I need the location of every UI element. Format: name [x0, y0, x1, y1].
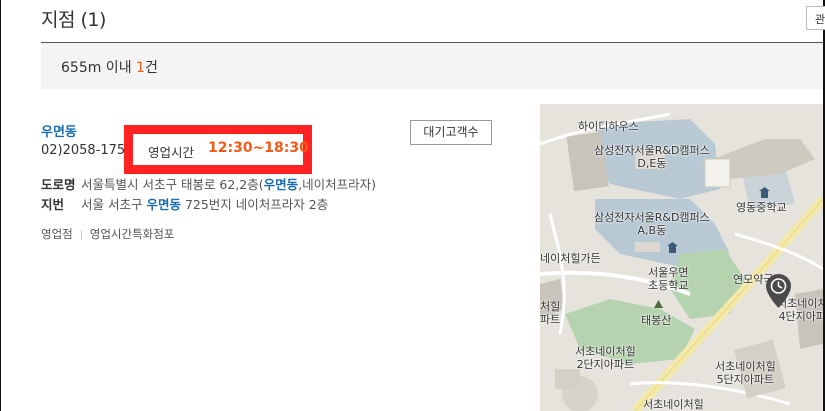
branch-name-link[interactable]: 우면동	[41, 121, 77, 140]
result-count: 1	[136, 60, 145, 76]
summary-prefix: 655m 이내	[61, 60, 137, 76]
map-label: 태봉산	[641, 314, 672, 327]
tag-separator	[80, 229, 82, 240]
result-summary-text: 655m 이내 1건	[61, 57, 158, 77]
branch-map[interactable]: 하이디하우스 삼성전자서울R&D캠퍼스 D,E동 영동중학교 삼성전자서울R&D…	[540, 104, 823, 411]
branch-tags: 영업점 영업시간특화점포	[41, 226, 174, 242]
branch-phone: 02)2058-175	[41, 143, 126, 158]
lot-address-post: 725번지 네이처프라자 2층	[180, 197, 329, 212]
map-label: 하이디하우스	[578, 120, 639, 133]
top-right-button[interactable]: 관	[806, 6, 825, 30]
branch-marker-icon[interactable]	[765, 273, 792, 309]
business-hours-value: 12:30~18:30	[208, 140, 309, 156]
lot-address-row: 지번 서울 서초구 우면동 725번지 네이처프라자 2층	[41, 194, 328, 213]
map-label: 서울우면 초등학교	[648, 266, 689, 292]
road-address-label: 도로명	[41, 177, 76, 192]
map-label: 서초네이처힐	[643, 398, 704, 411]
road-address-pre: 서울특별시 서초구 태봉로 62,2층(	[81, 177, 264, 192]
page-title: 지점 (1)	[41, 9, 106, 31]
map-label: 삼성전자서울R&D캠퍼스 A,B동	[594, 211, 710, 237]
school-icon	[759, 187, 770, 198]
map-label: 서초네이처힐 5단지아파트	[715, 360, 776, 386]
branch-tag-special-hours: 영업시간특화점포	[89, 227, 175, 241]
lot-address-highlight: 우면동	[146, 197, 181, 212]
map-label: 영동중학교	[736, 201, 787, 214]
map-label: 처힐 파트	[540, 300, 561, 326]
map-label: 서초네이처힐 2단지아파트	[575, 345, 636, 371]
lot-address-pre: 서울 서초구	[81, 197, 147, 212]
road-address-row: 도로명 서울특별시 서초구 태봉로 62,2층(우면동,네이처프라자)	[41, 174, 376, 193]
business-hours-box: 영업시간 12:30~18:30	[133, 134, 309, 165]
mountain-icon	[654, 300, 663, 308]
result-summary-bar: 655m 이내 1건	[41, 43, 823, 89]
business-hours-label: 영업시간	[148, 145, 195, 160]
business-hours-highlight: 영업시간 12:30~18:30	[124, 125, 312, 174]
road-address-post: ,네이처프라자)	[298, 177, 377, 192]
branch-tag-office: 영업점	[41, 227, 73, 241]
school-icon	[667, 242, 678, 253]
map-label: 네이처힐가든	[540, 252, 601, 265]
window-border-left	[0, 0, 1, 411]
waiting-customers-button[interactable]: 대기고객수	[410, 120, 492, 145]
road-address-highlight: 우면동	[263, 177, 299, 192]
map-label: 삼성전자서울R&D캠퍼스 D,E동	[594, 144, 710, 170]
lot-address-label: 지번	[41, 197, 65, 212]
summary-suffix: 건	[144, 60, 158, 76]
